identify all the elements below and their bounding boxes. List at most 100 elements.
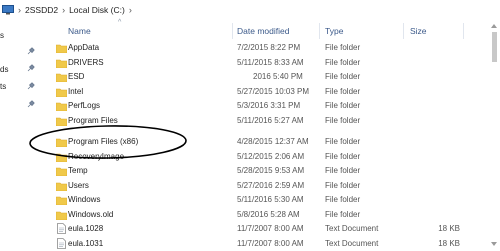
breadcrumb-drive[interactable]: Local Disk (C:): [69, 5, 125, 15]
file-size: 18 KB: [438, 238, 460, 248]
chevron-right-icon[interactable]: ›: [62, 5, 65, 15]
file-date: 5/28/2015 9:53 AM: [237, 166, 305, 175]
folder-icon: [56, 117, 67, 126]
file-row[interactable]: Program Files (x86) 4/28/2015 12:37 AM F…: [50, 135, 470, 149]
file-name[interactable]: Users: [68, 181, 89, 190]
file-row[interactable]: eula.1028 11/7/2007 8:00 AM Text Documen…: [50, 222, 470, 236]
file-date: 5/12/2015 2:06 AM: [237, 151, 305, 161]
folder-icon: [56, 138, 67, 147]
file-type: File folder: [325, 166, 361, 175]
file-date: 11/7/2007 8:00 AM: [237, 224, 304, 233]
folder-icon: [56, 44, 67, 53]
folder-icon: [56, 73, 67, 82]
folder-icon: [56, 211, 67, 220]
file-date: 5/27/2015 10:03 PM: [237, 86, 310, 96]
folder-icon: [56, 88, 67, 97]
file-type: Text Document: [325, 224, 379, 233]
nav-item-label[interactable]: ds: [0, 65, 8, 74]
file-name[interactable]: Windows: [68, 195, 100, 204]
file-row[interactable]: eula.1031 11/7/2007 8:00 AM Text Documen…: [50, 237, 470, 251]
text-document-icon: [57, 237, 66, 249]
file-type: Text Document: [325, 238, 379, 248]
file-type: File folder: [325, 86, 361, 96]
text-document-icon: [57, 223, 66, 234]
file-row[interactable]: ESD 2016 5:40 PM File folder: [50, 70, 470, 84]
file-date: 5/11/2015 8:33 AM: [237, 57, 304, 67]
scrollbar-thumb[interactable]: [492, 32, 497, 62]
file-date: 2016 5:40 PM: [253, 72, 303, 81]
column-header-type[interactable]: Type: [325, 26, 343, 36]
file-row[interactable]: Program Files 5/11/2016 5:27 AM File fol…: [50, 114, 470, 128]
scroll-down-arrow-icon[interactable]: [491, 242, 497, 246]
folder-icon: [56, 59, 67, 68]
folder-icon: [56, 167, 67, 176]
file-name[interactable]: eula.1031: [68, 239, 103, 248]
file-type: File folder: [325, 101, 361, 110]
file-type: File folder: [325, 137, 361, 146]
file-date: 5/8/2016 5:28 AM: [237, 209, 300, 219]
chevron-right-icon[interactable]: ›: [129, 5, 132, 15]
column-divider[interactable]: [463, 23, 464, 39]
column-header-row: ^ Name Date modified Type Size: [0, 19, 500, 40]
file-row[interactable]: Windows 5/11/2016 5:30 AM File folder: [50, 193, 470, 207]
chevron-right-icon[interactable]: ›: [18, 5, 21, 15]
file-date: 4/28/2015 12:37 AM: [237, 137, 309, 146]
folder-icon: [56, 182, 67, 191]
file-name[interactable]: eula.1028: [68, 224, 103, 233]
file-type: File folder: [325, 195, 361, 204]
file-name[interactable]: AppData: [68, 43, 99, 52]
file-type: File folder: [325, 151, 361, 161]
file-name[interactable]: Program Files (x86): [68, 137, 138, 146]
file-date: 5/11/2016 5:27 AM: [237, 115, 304, 125]
pin-icon[interactable]: [27, 82, 35, 90]
file-date: 7/2/2015 8:22 PM: [237, 43, 301, 52]
folder-icon: [56, 153, 67, 162]
pin-icon[interactable]: [27, 100, 35, 108]
file-row[interactable]: Temp 5/28/2015 9:53 AM File folder: [50, 164, 470, 178]
folder-icon: [56, 102, 67, 111]
file-type: File folder: [325, 57, 361, 67]
column-divider[interactable]: [232, 23, 233, 39]
file-type: File folder: [325, 180, 361, 190]
file-row[interactable]: RecoveryImage 5/12/2015 2:06 AM File fol…: [50, 150, 470, 164]
file-row[interactable]: PerfLogs 5/3/2016 3:31 PM File folder: [50, 99, 470, 113]
nav-item-label[interactable]: ts: [0, 82, 6, 91]
file-name[interactable]: ESD: [68, 72, 84, 81]
file-date: 5/27/2016 2:59 AM: [237, 180, 305, 190]
column-divider[interactable]: [319, 23, 320, 39]
pin-icon[interactable]: [27, 64, 35, 72]
folder-icon: [56, 196, 67, 205]
file-date: 5/11/2016 5:30 AM: [237, 195, 304, 204]
file-row[interactable]: DRIVERS 5/11/2015 8:33 AM File folder: [50, 56, 470, 70]
column-divider[interactable]: [403, 23, 404, 39]
file-row[interactable]: AppData 7/2/2015 8:22 PM File folder: [50, 41, 470, 55]
nav-item-label[interactable]: s: [0, 31, 4, 40]
navigation-pane: s ds ts: [0, 31, 50, 249]
file-name[interactable]: Intel: [68, 87, 83, 96]
computer-icon: [2, 4, 14, 15]
file-name[interactable]: PerfLogs: [68, 101, 100, 110]
file-type: File folder: [325, 209, 361, 219]
file-name[interactable]: RecoveryImage: [68, 152, 124, 161]
file-name[interactable]: Temp: [68, 166, 88, 175]
breadcrumb: › 2SSDD2 › Local Disk (C:) ›: [0, 0, 500, 19]
file-type: File folder: [325, 43, 361, 52]
column-header-date[interactable]: Date modified: [237, 26, 289, 36]
file-row[interactable]: Windows.old 5/8/2016 5:28 AM File folder: [50, 208, 470, 222]
file-size: 18 KB: [438, 224, 460, 233]
column-header-name[interactable]: Name: [68, 26, 91, 36]
breadcrumb-computer[interactable]: 2SSDD2: [25, 5, 58, 15]
file-name[interactable]: DRIVERS: [68, 58, 104, 67]
vertical-scrollbar[interactable]: [489, 20, 500, 249]
pin-icon[interactable]: [27, 47, 35, 55]
file-row[interactable]: Users 5/27/2016 2:59 AM File folder: [50, 179, 470, 193]
file-date: 5/3/2016 3:31 PM: [237, 101, 301, 110]
scroll-up-arrow-icon[interactable]: [491, 24, 497, 28]
file-type: File folder: [325, 72, 361, 81]
file-name[interactable]: Program Files: [68, 116, 118, 125]
file-row[interactable]: Intel 5/27/2015 10:03 PM File folder: [50, 85, 470, 99]
sort-chevron-up-icon: ^: [118, 19, 122, 26]
file-name[interactable]: Windows.old: [68, 210, 113, 219]
file-date: 11/7/2007 8:00 AM: [237, 238, 304, 248]
column-header-size[interactable]: Size: [410, 26, 427, 36]
